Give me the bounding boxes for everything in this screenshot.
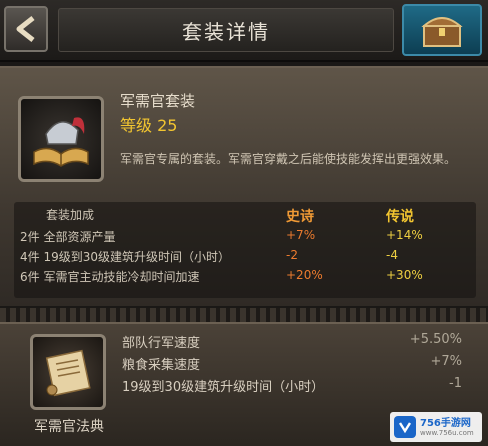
back-button[interactable] bbox=[4, 6, 48, 52]
bonus-label: 4件 19级到30级建筑升级时间（小时） bbox=[20, 250, 230, 264]
attribute-name: 部队行军速度 bbox=[122, 336, 201, 351]
header-legendary: 传说 bbox=[386, 209, 414, 225]
set-panel: 军需官套装 等级 25 军需官专属的套装。军需官穿戴之后能使技能发挥出更强效果。… bbox=[0, 66, 488, 306]
attribute-name: 19级到30级建筑升级时间（小时） bbox=[122, 380, 325, 395]
set-level: 等级 25 bbox=[120, 116, 178, 135]
watermark-brand: 756手游网 bbox=[420, 417, 471, 429]
set-icon-frame bbox=[18, 96, 104, 182]
scroll-icon bbox=[45, 349, 91, 397]
table-row: 2件 全部资源产量 +7% +14% bbox=[14, 228, 476, 246]
top-bar: 套装详情 bbox=[0, 0, 488, 62]
site-logo-icon bbox=[394, 416, 416, 438]
epic-value: +20% bbox=[286, 268, 323, 282]
back-arrow-icon bbox=[16, 16, 35, 42]
helmet-and-book-icon bbox=[33, 117, 89, 167]
legendary-value: -4 bbox=[386, 248, 398, 262]
site-watermark: 756手游网 www.756u.com bbox=[390, 412, 482, 442]
header-bonus: 套装加成 bbox=[46, 208, 95, 222]
attribute-value: +5.50% bbox=[409, 332, 462, 347]
set-description: 军需官专属的套装。军需官穿戴之后能使技能发挥出更强效果。 bbox=[120, 152, 457, 166]
set-name: 军需官套装 bbox=[120, 92, 196, 110]
table-header: 套装加成 史诗 传说 bbox=[14, 206, 476, 225]
attribute-value: +7% bbox=[430, 354, 462, 369]
bonus-label: 2件 全部资源产量 bbox=[20, 230, 116, 244]
watermark-url: www.756u.com bbox=[420, 428, 474, 437]
item-panel: 军需官法典 部队行军速度 +5.50% 粮食采集速度 +7% 19级到30级建筑… bbox=[0, 322, 488, 446]
attribute-name: 粮食采集速度 bbox=[122, 358, 201, 373]
page-title: 套装详情 bbox=[182, 19, 270, 44]
item-name: 军需官法典 bbox=[34, 419, 104, 435]
treasure-chest-icon bbox=[421, 17, 463, 47]
epic-value: -2 bbox=[286, 248, 298, 262]
legendary-value: +30% bbox=[386, 268, 423, 282]
item-attribute-list: 部队行军速度 +5.50% 粮食采集速度 +7% 19级到30级建筑升级时间（小… bbox=[122, 332, 462, 398]
table-row: 4件 19级到30级建筑升级时间（小时） -2 -4 bbox=[14, 248, 476, 266]
legendary-value: +14% bbox=[386, 228, 423, 242]
attribute-value: -1 bbox=[449, 376, 462, 391]
item-icon-frame[interactable] bbox=[30, 334, 106, 410]
title-plate: 套装详情 bbox=[58, 8, 394, 52]
epic-value: +7% bbox=[286, 228, 316, 242]
chest-button[interactable] bbox=[402, 4, 482, 56]
bonus-label: 6件 军需官主动技能冷却时间加速 bbox=[20, 270, 200, 284]
list-item: 部队行军速度 +5.50% bbox=[122, 332, 462, 354]
table-row: 6件 军需官主动技能冷却时间加速 +20% +30% bbox=[14, 268, 476, 286]
header-epic: 史诗 bbox=[286, 209, 314, 225]
list-item: 粮食采集速度 +7% bbox=[122, 354, 462, 376]
list-item: 19级到30级建筑升级时间（小时） -1 bbox=[122, 376, 462, 398]
chain-divider bbox=[0, 308, 488, 322]
set-bonus-table: 套装加成 史诗 传说 2件 全部资源产量 +7% +14% 4件 19级到30级… bbox=[14, 202, 476, 298]
